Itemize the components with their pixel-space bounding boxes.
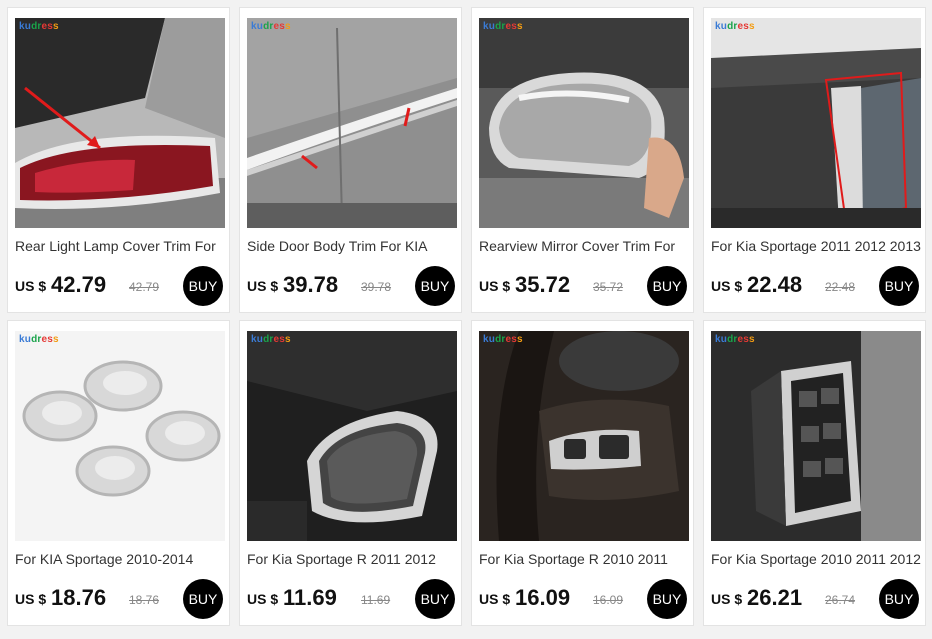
product-title[interactable]: For Kia Sportage R 2011 2012 <box>247 551 459 567</box>
currency-label: US $ <box>479 591 511 607</box>
brand-logo: kudress <box>483 21 523 32</box>
price: 22.48 <box>747 272 803 297</box>
price: 35.72 <box>515 272 571 297</box>
currency-label: US $ <box>247 591 279 607</box>
price-row: US $ 22.48 22.48 BUY <box>711 266 921 306</box>
brand-logo: kudress <box>715 21 755 32</box>
price-row: US $ 26.21 26.74 BUY <box>711 579 921 619</box>
brand-logo: kudress <box>251 334 291 345</box>
brand-logo: kudress <box>251 21 291 32</box>
speaker-trim-photo[interactable]: kudress <box>247 331 457 541</box>
mirror-cover-photo[interactable]: kudress <box>479 18 689 228</box>
price-row: US $ 42.79 42.79 BUY <box>15 266 225 306</box>
price-row: US $ 16.09 16.09 BUY <box>479 579 689 619</box>
buy-button[interactable]: BUY <box>415 579 455 619</box>
price-row: US $ 18.76 18.76 BUY <box>15 579 225 619</box>
buy-button[interactable]: BUY <box>647 266 687 306</box>
product-title[interactable]: For Kia Sportage R 2010 2011 <box>479 551 691 567</box>
door-bowl-covers-photo[interactable]: kudress <box>15 331 225 541</box>
product-title[interactable]: For Kia Sportage 2011 2012 2013 <box>711 238 923 254</box>
product-card[interactable]: kudress For Kia Sportage 2011 2012 2013 … <box>703 7 926 313</box>
brand-logo: kudress <box>483 334 523 345</box>
product-card[interactable]: kudress Rear Light Lamp Cover Trim For U… <box>7 7 230 313</box>
original-price: 18.76 <box>129 593 160 607</box>
price: 16.09 <box>515 585 571 610</box>
original-price: 11.69 <box>361 593 391 607</box>
currency-label: US $ <box>247 278 279 294</box>
original-price: 35.72 <box>593 280 624 294</box>
brand-logo: kudress <box>715 334 755 345</box>
brand-logo: kudress <box>19 334 59 345</box>
original-price: 22.48 <box>825 280 856 294</box>
price: 26.21 <box>747 585 803 610</box>
door-trim-photo[interactable]: kudress <box>247 18 457 228</box>
buy-button[interactable]: BUY <box>183 266 223 306</box>
currency-label: US $ <box>711 278 743 294</box>
brand-logo: kudress <box>19 21 59 32</box>
buy-button[interactable]: BUY <box>879 579 919 619</box>
product-title[interactable]: Side Door Body Trim For KIA <box>247 238 459 254</box>
original-price: 16.09 <box>593 593 624 607</box>
window-pillar-photo[interactable]: kudress <box>711 18 921 228</box>
price: 42.79 <box>51 272 107 297</box>
product-title[interactable]: For KIA Sportage 2010-2014 <box>15 551 227 567</box>
product-title[interactable]: Rearview Mirror Cover Trim For <box>479 238 691 254</box>
original-price: 42.79 <box>129 280 160 294</box>
buy-button[interactable]: BUY <box>415 266 455 306</box>
price-row: US $ 11.69 11.69 BUY <box>247 579 457 619</box>
product-grid: kudress Rear Light Lamp Cover Trim For U… <box>0 0 932 639</box>
price-row: US $ 35.72 35.72 BUY <box>479 266 689 306</box>
currency-label: US $ <box>15 278 47 294</box>
buy-button[interactable]: BUY <box>183 579 223 619</box>
product-card[interactable]: kudress For KIA Sportage 2010-2014 US $ … <box>7 320 230 626</box>
currency-label: US $ <box>479 278 511 294</box>
product-title[interactable]: For Kia Sportage 2010 2011 2012 <box>711 551 923 567</box>
product-title[interactable]: Rear Light Lamp Cover Trim For <box>15 238 227 254</box>
buy-button[interactable]: BUY <box>879 266 919 306</box>
price-row: US $ 39.78 39.78 BUY <box>247 266 457 306</box>
price: 11.69 <box>283 585 337 610</box>
price: 18.76 <box>51 585 107 610</box>
window-switch-trim-photo[interactable]: kudress <box>711 331 921 541</box>
price: 39.78 <box>283 272 339 297</box>
currency-label: US $ <box>15 591 47 607</box>
product-card[interactable]: kudress Side Door Body Trim For KIA US $… <box>239 7 462 313</box>
original-price: 39.78 <box>361 280 392 294</box>
steering-wheel-trim-photo[interactable]: kudress <box>479 331 689 541</box>
product-card[interactable]: kudress For Kia Sportage R 2011 2012 US … <box>239 320 462 626</box>
tail-light-photo[interactable]: kudress <box>15 18 225 228</box>
currency-label: US $ <box>711 591 743 607</box>
product-card[interactable]: kudress Rearview Mirror Cover Trim For U… <box>471 7 694 313</box>
original-price: 26.74 <box>825 593 856 607</box>
buy-button[interactable]: BUY <box>647 579 687 619</box>
product-card[interactable]: kudress For Kia Sportage R 2010 2011 US … <box>471 320 694 626</box>
product-card[interactable]: kudress For Kia Sportage 2010 2011 2012 … <box>703 320 926 626</box>
